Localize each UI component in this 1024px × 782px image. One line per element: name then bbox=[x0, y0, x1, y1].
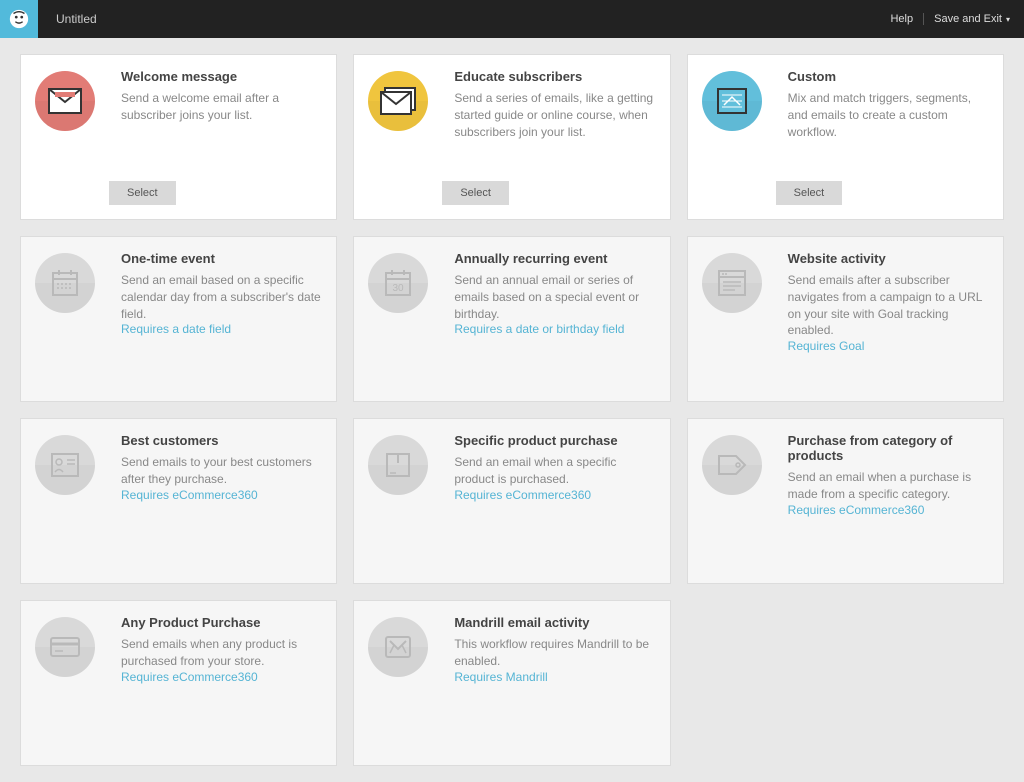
card-purchase-category: Purchase from category of products Send … bbox=[687, 418, 1004, 584]
browser-icon bbox=[702, 253, 762, 313]
calendar-date-icon: 30 bbox=[368, 253, 428, 313]
card-title: One-time event bbox=[121, 251, 322, 266]
card-custom: Custom Mix and match triggers, segments,… bbox=[687, 54, 1004, 220]
card-desc: Send an annual email or series of emails… bbox=[454, 272, 655, 322]
card-desc: Send an email when a purchase is made fr… bbox=[788, 469, 989, 503]
card-title: Purchase from category of products bbox=[788, 433, 989, 463]
card-best-customers: Best customers Send emails to your best … bbox=[20, 418, 337, 584]
card-any-product: Any Product Purchase Send emails when an… bbox=[20, 600, 337, 766]
requirement-link[interactable]: Requires Goal bbox=[788, 339, 989, 353]
page-title: Untitled bbox=[56, 12, 97, 26]
card-title: Best customers bbox=[121, 433, 322, 448]
card-title: Annually recurring event bbox=[454, 251, 655, 266]
requirement-link[interactable]: Requires a date or birthday field bbox=[454, 322, 655, 336]
envelopes-icon bbox=[368, 71, 428, 131]
card-title: Website activity bbox=[788, 251, 989, 266]
card-mandrill: Mandrill email activity This workflow re… bbox=[353, 600, 670, 766]
card-desc: Send an email when a specific product is… bbox=[454, 454, 655, 488]
mandrill-icon bbox=[368, 617, 428, 677]
box-icon bbox=[368, 435, 428, 495]
card-title: Mandrill email activity bbox=[454, 615, 655, 630]
tag-icon bbox=[702, 435, 762, 495]
card-desc: Send an email based on a specific calend… bbox=[121, 272, 322, 322]
card-specific-product: Specific product purchase Send an email … bbox=[353, 418, 670, 584]
save-exit-label: Save and Exit bbox=[934, 13, 1002, 25]
blueprint-icon bbox=[702, 71, 762, 131]
requirement-link[interactable]: Requires eCommerce360 bbox=[121, 670, 322, 684]
chevron-down-icon: ▾ bbox=[1006, 15, 1010, 24]
requirement-link[interactable]: Requires Mandrill bbox=[454, 670, 655, 684]
envelope-icon bbox=[35, 71, 95, 131]
card-title: Custom bbox=[788, 69, 989, 84]
requirement-link[interactable]: Requires eCommerce360 bbox=[788, 503, 989, 517]
requirement-link[interactable]: Requires eCommerce360 bbox=[121, 488, 322, 502]
card-annually-recurring: 30 Annually recurring event Send an annu… bbox=[353, 236, 670, 402]
card-desc: Send emails to your best customers after… bbox=[121, 454, 322, 488]
help-label: Help bbox=[890, 13, 913, 25]
help-link[interactable]: Help bbox=[880, 13, 924, 25]
select-button[interactable]: Select bbox=[109, 181, 176, 205]
calendar-icon bbox=[35, 253, 95, 313]
card-desc: Mix and match triggers, segments, and em… bbox=[788, 90, 989, 140]
save-exit-dropdown[interactable]: Save and Exit ▾ bbox=[924, 13, 1024, 25]
card-desc: Send a welcome email after a subscriber … bbox=[121, 90, 322, 124]
card-welcome-message: Welcome message Send a welcome email aft… bbox=[20, 54, 337, 220]
contact-card-icon bbox=[35, 435, 95, 495]
card-desc: Send emails when any product is purchase… bbox=[121, 636, 322, 670]
workflow-grid: Welcome message Send a welcome email aft… bbox=[20, 54, 1004, 766]
card-title: Specific product purchase bbox=[454, 433, 655, 448]
requirement-link[interactable]: Requires eCommerce360 bbox=[454, 488, 655, 502]
monkey-icon bbox=[8, 8, 30, 30]
card-one-time-event: One-time event Send an email based on a … bbox=[20, 236, 337, 402]
card-desc: This workflow requires Mandrill to be en… bbox=[454, 636, 655, 670]
card-title: Educate subscribers bbox=[454, 69, 655, 84]
card-desc: Send emails after a subscriber navigates… bbox=[788, 272, 989, 339]
svg-text:30: 30 bbox=[393, 283, 405, 294]
brand-logo[interactable] bbox=[0, 0, 38, 38]
credit-card-icon bbox=[35, 617, 95, 677]
card-title: Any Product Purchase bbox=[121, 615, 322, 630]
requirement-link[interactable]: Requires a date field bbox=[121, 322, 322, 336]
select-button[interactable]: Select bbox=[442, 181, 509, 205]
select-button[interactable]: Select bbox=[776, 181, 843, 205]
card-educate-subscribers: Educate subscribers Send a series of ema… bbox=[353, 54, 670, 220]
card-desc: Send a series of emails, like a getting … bbox=[454, 90, 655, 140]
card-website-activity: Website activity Send emails after a sub… bbox=[687, 236, 1004, 402]
topbar: Untitled Help Save and Exit ▾ bbox=[0, 0, 1024, 38]
card-title: Welcome message bbox=[121, 69, 322, 84]
page-content: Welcome message Send a welcome email aft… bbox=[0, 38, 1024, 782]
